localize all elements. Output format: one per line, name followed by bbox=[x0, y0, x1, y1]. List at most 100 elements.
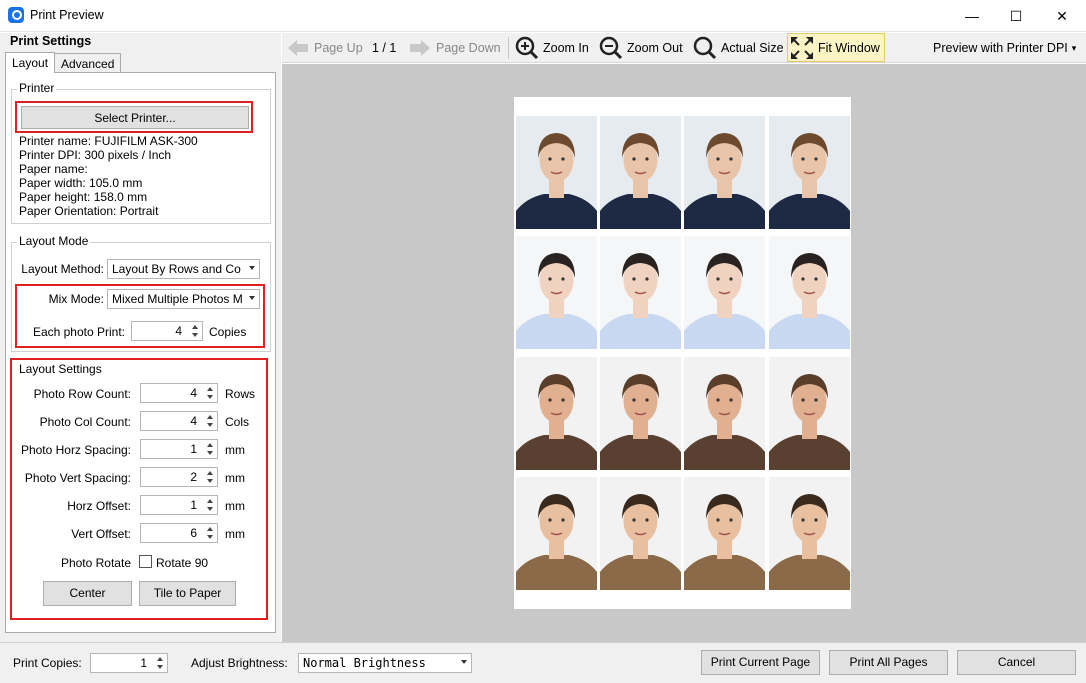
preview-dpi-label: Preview with Printer DPI bbox=[933, 41, 1068, 55]
layout-mode-label: Layout Mode bbox=[17, 234, 91, 248]
vert-spacing-stepper[interactable]: 2 bbox=[140, 467, 218, 487]
horz-offset-value: 1 bbox=[190, 498, 197, 512]
chevron-down-icon bbox=[461, 660, 467, 664]
app-icon bbox=[8, 7, 24, 23]
rotate-90-label: Rotate 90 bbox=[156, 556, 209, 570]
horz-spacing-unit: mm bbox=[225, 443, 245, 457]
id-photo-woman-blouse bbox=[684, 236, 765, 349]
each-photo-stepper[interactable]: 4 bbox=[131, 321, 203, 341]
id-photo-man-beard bbox=[516, 357, 597, 470]
spin-up-icon[interactable] bbox=[207, 471, 213, 475]
spin-down-icon[interactable] bbox=[207, 451, 213, 455]
brightness-select[interactable]: Normal Brightness bbox=[298, 653, 472, 673]
zoom-in-label: Zoom In bbox=[543, 41, 589, 55]
page-up-button[interactable]: Page Up bbox=[286, 33, 363, 63]
print-copies-value: 1 bbox=[140, 656, 147, 670]
cancel-button[interactable]: Cancel bbox=[957, 650, 1076, 675]
col-count-value: 4 bbox=[190, 414, 197, 428]
paper-width: Paper width: 105.0 mm bbox=[19, 176, 143, 190]
horz-spacing-value: 1 bbox=[190, 442, 197, 456]
vert-offset-stepper[interactable]: 6 bbox=[140, 523, 218, 543]
preview-dpi-dropdown[interactable]: Preview with Printer DPI ▾ bbox=[933, 33, 1076, 63]
tab-advanced[interactable]: Advanced bbox=[54, 53, 122, 73]
layout-method-label: Layout Method: bbox=[21, 262, 104, 276]
arrow-left-icon bbox=[288, 40, 308, 56]
horz-offset-stepper[interactable]: 1 bbox=[140, 495, 218, 515]
spin-up-icon[interactable] bbox=[207, 527, 213, 531]
print-all-pages-button[interactable]: Print All Pages bbox=[829, 650, 948, 675]
id-photo-man-suit-brown bbox=[769, 477, 850, 590]
row-count-stepper[interactable]: 4 bbox=[140, 383, 218, 403]
spin-down-icon[interactable] bbox=[207, 507, 213, 511]
spin-down-icon[interactable] bbox=[207, 535, 213, 539]
spin-up-icon[interactable] bbox=[157, 657, 163, 661]
mix-mode-select[interactable]: Mixed Multiple Photos M bbox=[107, 289, 260, 309]
spin-down-icon[interactable] bbox=[207, 479, 213, 483]
horz-offset-label: Horz Offset: bbox=[67, 499, 131, 513]
mix-mode-value: Mixed Multiple Photos M bbox=[112, 292, 243, 306]
zoom-in-icon bbox=[515, 36, 539, 60]
chevron-down-icon: ▾ bbox=[1071, 42, 1077, 53]
tab-layout[interactable]: Layout bbox=[5, 52, 56, 73]
rotate-90-checkbox[interactable] bbox=[139, 555, 152, 568]
actual-size-button[interactable]: Actual Size bbox=[693, 33, 784, 63]
fit-window-button[interactable]: Fit Window bbox=[789, 33, 880, 63]
brightness-label: Adjust Brightness: bbox=[191, 656, 288, 670]
id-photo-woman-bowtie bbox=[600, 116, 681, 229]
paper-height: Paper height: 158.0 mm bbox=[19, 190, 148, 204]
spin-up-icon[interactable] bbox=[192, 325, 198, 329]
spin-down-icon[interactable] bbox=[207, 423, 213, 427]
fit-window-label: Fit Window bbox=[818, 41, 880, 55]
window-title: Print Preview bbox=[30, 8, 104, 22]
minimize-button[interactable]: — bbox=[949, 0, 995, 32]
id-photo-man-beard bbox=[684, 357, 765, 470]
spin-down-icon[interactable] bbox=[192, 333, 198, 337]
magnifier-icon bbox=[693, 36, 717, 60]
close-button[interactable]: ✕ bbox=[1039, 0, 1085, 32]
zoom-out-button[interactable]: Zoom Out bbox=[599, 33, 683, 63]
spin-up-icon[interactable] bbox=[207, 415, 213, 419]
page-down-label: Page Down bbox=[436, 41, 501, 55]
layout-settings-label: Layout Settings bbox=[17, 362, 104, 376]
maximize-button[interactable]: ☐ bbox=[993, 0, 1039, 32]
paper-name: Paper name: bbox=[19, 162, 88, 176]
layout-method-select[interactable]: Layout By Rows and Co bbox=[107, 259, 260, 279]
row-count-label: Photo Row Count: bbox=[33, 387, 131, 401]
spin-down-icon[interactable] bbox=[157, 665, 163, 669]
tile-to-paper-button[interactable]: Tile to Paper bbox=[139, 581, 236, 606]
page-up-label: Page Up bbox=[314, 41, 363, 55]
title-bar bbox=[0, 0, 1086, 32]
spin-up-icon[interactable] bbox=[207, 387, 213, 391]
photo-rotate-label: Photo Rotate bbox=[60, 556, 131, 570]
horz-spacing-label: Photo Horz Spacing: bbox=[20, 443, 131, 457]
center-button[interactable]: Center bbox=[43, 581, 132, 606]
chevron-down-icon bbox=[249, 266, 255, 270]
spin-up-icon[interactable] bbox=[207, 443, 213, 447]
paper-orientation: Paper Orientation: Portrait bbox=[19, 204, 159, 218]
row-count-value: 4 bbox=[190, 386, 197, 400]
panel-title: Print Settings bbox=[10, 34, 92, 48]
horz-spacing-stepper[interactable]: 1 bbox=[140, 439, 218, 459]
printer-name: Printer name: FUJIFILM ASK-300 bbox=[19, 134, 198, 148]
print-current-page-button[interactable]: Print Current Page bbox=[701, 650, 820, 675]
select-printer-button[interactable]: Select Printer... bbox=[21, 106, 249, 129]
zoom-in-button[interactable]: Zoom In bbox=[515, 33, 589, 63]
spin-up-icon[interactable] bbox=[207, 499, 213, 503]
zoom-out-icon bbox=[599, 36, 623, 60]
brightness-value: Normal Brightness bbox=[303, 656, 426, 670]
printer-group-label: Printer bbox=[17, 81, 57, 95]
actual-size-label: Actual Size bbox=[721, 41, 784, 55]
id-photo-woman-bowtie bbox=[516, 116, 597, 229]
each-photo-label: Each photo Print: bbox=[32, 325, 125, 339]
print-copies-stepper[interactable]: 1 bbox=[90, 653, 168, 673]
arrow-right-icon bbox=[410, 40, 430, 56]
paper-page bbox=[514, 97, 851, 609]
each-photo-unit: Copies bbox=[209, 325, 247, 339]
vert-spacing-label: Photo Vert Spacing: bbox=[24, 471, 131, 485]
id-photo-woman-blouse bbox=[769, 236, 850, 349]
page-down-button[interactable]: Page Down bbox=[408, 33, 501, 63]
vert-spacing-unit: mm bbox=[225, 471, 245, 485]
spin-down-icon[interactable] bbox=[207, 395, 213, 399]
id-photo-man-suit-brown bbox=[516, 477, 597, 590]
col-count-stepper[interactable]: 4 bbox=[140, 411, 218, 431]
